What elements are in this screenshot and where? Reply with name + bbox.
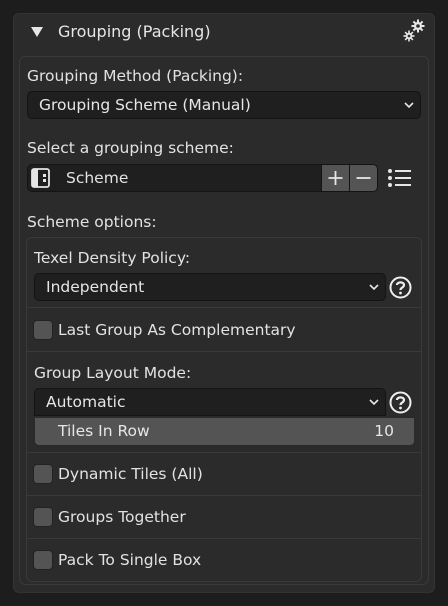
- chevron-down-icon: [369, 397, 379, 407]
- pack-single-box-label[interactable]: Pack To Single Box: [58, 549, 201, 571]
- list-icon: [388, 169, 411, 187]
- last-group-complementary-checkbox[interactable]: [33, 320, 53, 340]
- groups-together-checkbox[interactable]: [33, 507, 53, 527]
- groups-together-label[interactable]: Groups Together: [58, 506, 186, 528]
- scheme-select-label: Select a grouping scheme:: [27, 139, 234, 157]
- last-group-complementary-label[interactable]: Last Group As Complementary: [58, 319, 296, 341]
- dynamic-tiles-checkbox[interactable]: [33, 464, 53, 484]
- remove-scheme-button[interactable]: [349, 164, 378, 192]
- settings-gears-icon[interactable]: [401, 18, 427, 44]
- pack-single-box-checkbox[interactable]: [33, 550, 53, 570]
- collapse-triangle-icon[interactable]: [31, 26, 43, 38]
- scheme-options-label: Scheme options:: [27, 213, 157, 231]
- tiles-in-row-label: Tiles In Row: [58, 422, 150, 440]
- scheme-browse-icon[interactable]: [29, 166, 53, 190]
- dynamic-tiles-label[interactable]: Dynamic Tiles (All): [58, 463, 203, 485]
- scheme-name[interactable]: Scheme: [66, 167, 128, 189]
- chevron-down-icon: [369, 282, 379, 292]
- add-scheme-button[interactable]: [321, 164, 350, 192]
- divider: [27, 307, 421, 308]
- texel-density-help-icon[interactable]: [389, 276, 412, 299]
- scheme-list-button[interactable]: [383, 164, 419, 192]
- panel-title[interactable]: Grouping (Packing): [58, 21, 211, 43]
- group-layout-label: Group Layout Mode:: [34, 364, 192, 382]
- grouping-method-dropdown[interactable]: Grouping Scheme (Manual): [27, 91, 421, 119]
- divider: [27, 351, 421, 352]
- tiles-in-row-value: 10: [374, 422, 394, 440]
- grouping-method-value: Grouping Scheme (Manual): [39, 96, 251, 114]
- divider: [27, 495, 421, 496]
- group-layout-help-icon[interactable]: [389, 391, 412, 414]
- divider: [27, 538, 421, 539]
- grouping-method-label: Grouping Method (Packing):: [27, 67, 244, 85]
- group-layout-value: Automatic: [46, 393, 126, 411]
- minus-icon: [356, 177, 371, 179]
- plus-icon: [328, 171, 343, 185]
- texel-density-value: Independent: [46, 278, 145, 296]
- chevron-down-icon: [404, 100, 414, 110]
- divider: [27, 452, 421, 453]
- group-layout-dropdown[interactable]: Automatic: [34, 388, 386, 416]
- texel-density-label: Texel Density Policy:: [34, 249, 191, 267]
- texel-density-dropdown[interactable]: Independent: [34, 273, 386, 301]
